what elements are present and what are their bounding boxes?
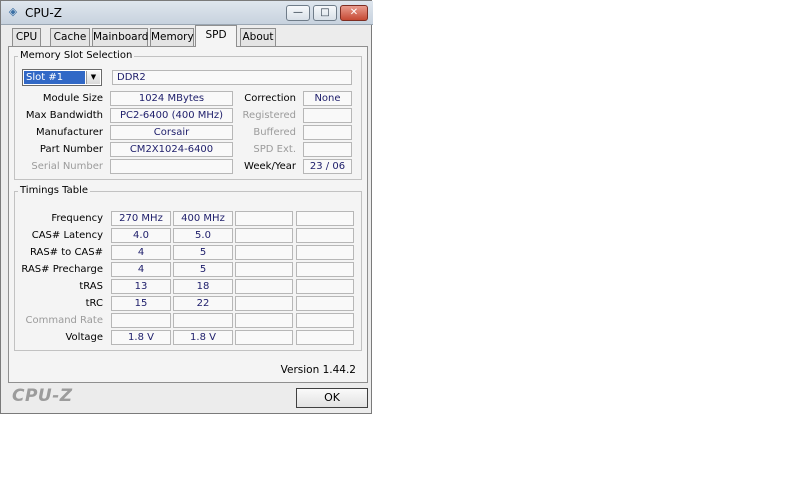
timing-value bbox=[296, 296, 354, 311]
minimize-button[interactable]: — bbox=[286, 5, 310, 21]
tab-cache[interactable]: Cache bbox=[50, 28, 90, 46]
timing-value bbox=[235, 313, 293, 328]
slot-select-value: Slot #1 bbox=[24, 71, 85, 84]
timing-label: RAS# Precharge bbox=[21, 264, 103, 275]
manufacturer-value: Corsair bbox=[110, 125, 233, 140]
memory-slot-group-title: Memory Slot Selection bbox=[18, 50, 135, 62]
timing-value bbox=[296, 228, 354, 243]
timing-label: tRC bbox=[85, 298, 103, 309]
serial-number-value bbox=[110, 159, 233, 174]
timing-value bbox=[111, 313, 171, 328]
spd-ext-value bbox=[303, 142, 352, 157]
timing-value: 4 bbox=[111, 245, 171, 260]
timing-value: 18 bbox=[173, 279, 233, 294]
timing-value: 5 bbox=[173, 262, 233, 277]
timing-value bbox=[296, 313, 354, 328]
timing-value: 4.0 bbox=[111, 228, 171, 243]
serial-number-label: Serial Number bbox=[31, 161, 103, 172]
ok-button[interactable]: OK bbox=[296, 388, 368, 408]
window-title: CPU-Z bbox=[25, 6, 62, 20]
timing-value: 270 MHz bbox=[111, 211, 171, 226]
timing-value bbox=[173, 313, 233, 328]
correction-value: None bbox=[303, 91, 352, 106]
registered-label: Registered bbox=[242, 110, 296, 121]
title-bar[interactable]: ◈ CPU-Z — □ ✕ bbox=[1, 1, 373, 25]
part-number-label: Part Number bbox=[39, 144, 103, 155]
close-button[interactable]: ✕ bbox=[340, 5, 368, 21]
tab-spd[interactable]: SPD bbox=[195, 25, 237, 47]
timing-value: 4 bbox=[111, 262, 171, 277]
buffered-label: Buffered bbox=[253, 127, 296, 138]
timing-value bbox=[296, 279, 354, 294]
timing-label: RAS# to CAS# bbox=[29, 247, 103, 258]
timing-value bbox=[296, 330, 354, 345]
timing-value bbox=[235, 279, 293, 294]
tab-memory[interactable]: Memory bbox=[150, 28, 194, 46]
timing-value bbox=[235, 245, 293, 260]
timing-value bbox=[235, 330, 293, 345]
timing-label: Voltage bbox=[65, 332, 103, 343]
timing-label: Command Rate bbox=[25, 315, 103, 326]
timing-label: CAS# Latency bbox=[31, 230, 103, 241]
max-bandwidth-label: Max Bandwidth bbox=[25, 110, 103, 121]
version-text: Version 1.44.2 bbox=[280, 364, 356, 376]
timing-value: 1.8 V bbox=[173, 330, 233, 345]
timing-value: 15 bbox=[111, 296, 171, 311]
max-bandwidth-value: PC2-6400 (400 MHz) bbox=[110, 108, 233, 123]
registered-value bbox=[303, 108, 352, 123]
timing-value: 22 bbox=[173, 296, 233, 311]
week-year-value: 23 / 06 bbox=[303, 159, 352, 174]
timing-value bbox=[235, 262, 293, 277]
timing-value bbox=[235, 296, 293, 311]
timing-value bbox=[296, 211, 354, 226]
timing-value: 400 MHz bbox=[173, 211, 233, 226]
part-number-value: CM2X1024-6400 bbox=[110, 142, 233, 157]
maximize-button[interactable]: □ bbox=[313, 5, 337, 21]
correction-label: Correction bbox=[244, 93, 296, 104]
timing-label: tRAS bbox=[79, 281, 103, 292]
module-size-value: 1024 MBytes bbox=[110, 91, 233, 106]
spd-ext-label: SPD Ext. bbox=[253, 144, 296, 155]
tab-cpu[interactable]: CPU bbox=[12, 28, 41, 46]
tab-mainboard[interactable]: Mainboard bbox=[92, 28, 148, 46]
cpu-z-icon: ◈ bbox=[8, 5, 18, 18]
tab-about[interactable]: About bbox=[240, 28, 276, 46]
timing-value: 5.0 bbox=[173, 228, 233, 243]
timing-value bbox=[235, 211, 293, 226]
timing-value: 5 bbox=[173, 245, 233, 260]
timing-value: 13 bbox=[111, 279, 171, 294]
timing-label: Frequency bbox=[51, 213, 103, 224]
memory-type-value: DDR2 bbox=[112, 70, 352, 85]
timing-value bbox=[235, 228, 293, 243]
module-size-label: Module Size bbox=[42, 93, 103, 104]
slot-select[interactable]: Slot #1 ▼ bbox=[22, 69, 102, 86]
timing-value: 1.8 V bbox=[111, 330, 171, 345]
manufacturer-label: Manufacturer bbox=[36, 127, 103, 138]
week-year-label: Week/Year bbox=[244, 161, 296, 172]
timing-value bbox=[296, 262, 354, 277]
cpu-z-logo: CPU-Z bbox=[12, 386, 73, 406]
buffered-value bbox=[303, 125, 352, 140]
timings-group-title: Timings Table bbox=[18, 185, 91, 197]
timing-value bbox=[296, 245, 354, 260]
chevron-down-icon[interactable]: ▼ bbox=[86, 71, 100, 84]
